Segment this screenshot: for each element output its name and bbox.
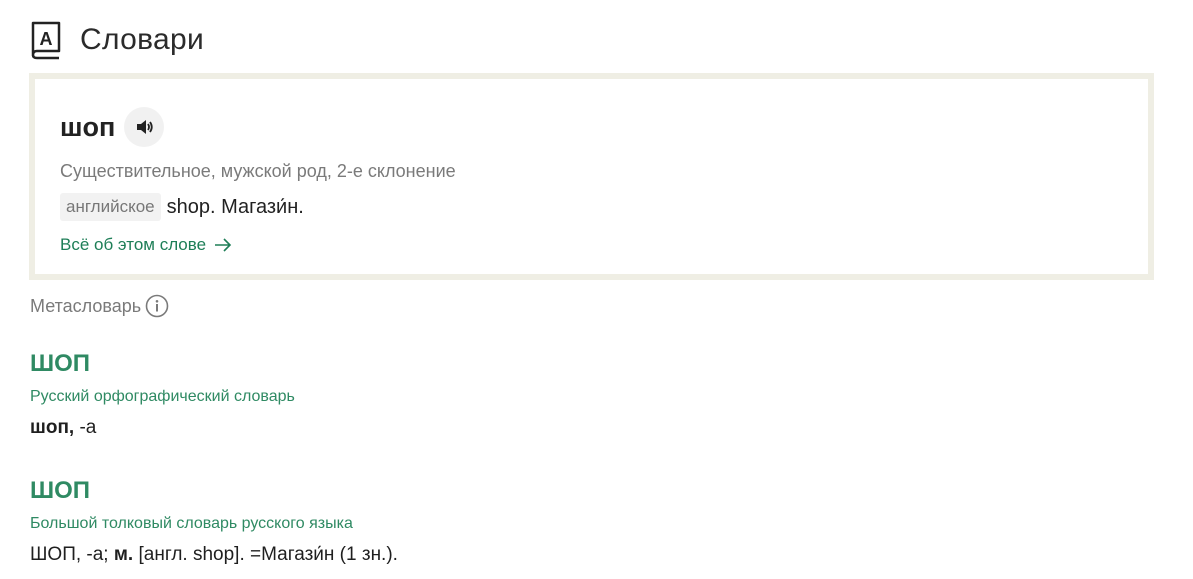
etymology-row: английское shop. Магази́н. xyxy=(60,193,304,221)
dictionary-icon-letter: A xyxy=(40,29,53,49)
speaker-icon xyxy=(137,120,153,134)
dictionary-entry: ШОП Русский орфографический словарь шоп,… xyxy=(30,350,295,439)
dictionary-book-icon: A xyxy=(30,20,62,60)
entry-definition: ШОП, -а; м. [англ. shop]. =Магази́н (1 з… xyxy=(30,544,398,566)
entry-dictionary-link[interactable]: Русский орфографический словарь xyxy=(30,388,295,406)
entry-dictionary-link[interactable]: Большой толковый словарь русского языка xyxy=(30,515,398,533)
entry-headword-link[interactable]: ШОП xyxy=(30,350,295,378)
arrow-right-icon xyxy=(214,238,232,252)
metadictionary-label: Метасловарь xyxy=(30,295,142,316)
definition-rest: -а xyxy=(74,417,97,438)
part-of-speech: Существительное, мужской род, 2-е склоне… xyxy=(60,161,456,181)
dictionaries-header: A Словари xyxy=(30,18,204,62)
pronunciation-button[interactable] xyxy=(124,107,165,147)
dictionary-entry: ШОП Большой толковый словарь русского яз… xyxy=(30,477,398,566)
origin-tag: английское xyxy=(60,193,161,221)
word-title: шоп xyxy=(60,111,116,142)
word-card: шоп Существительное, мужской род, 2-е ск… xyxy=(29,73,1154,280)
definition-bold: м. xyxy=(113,544,134,565)
entry-definition: шоп, -а xyxy=(30,417,295,439)
origin-text: shop. Магази́н. xyxy=(166,195,304,218)
page-title: Словари xyxy=(80,23,205,56)
all-about-word-label: Всё об этом слове xyxy=(60,235,207,254)
definition-bold: шоп, xyxy=(30,417,75,438)
definition-start: ШОП, -а; xyxy=(30,544,114,565)
definition-rest: [англ. shop]. =Магази́н (1 зн.). xyxy=(133,544,398,565)
info-icon[interactable] xyxy=(145,294,169,318)
metadictionary-heading: Метасловарь xyxy=(30,294,169,318)
all-about-word-link[interactable]: Всё об этом слове xyxy=(60,235,232,255)
word-row: шоп xyxy=(60,107,165,147)
entry-headword-link[interactable]: ШОП xyxy=(30,477,398,505)
